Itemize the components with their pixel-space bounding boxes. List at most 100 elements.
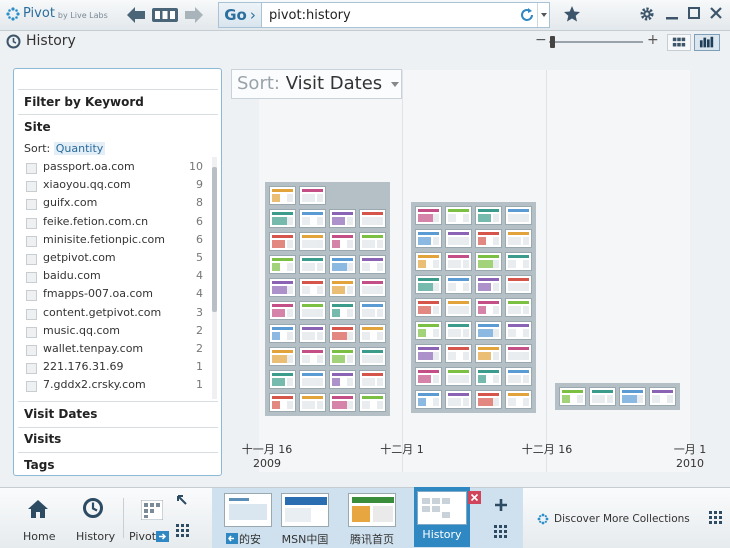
history-item[interactable] [445,298,472,317]
history-item[interactable] [505,229,532,248]
site-checkbox[interactable] [26,163,37,174]
history-item[interactable] [299,255,326,274]
graph-view-icon[interactable] [694,34,720,51]
history-item[interactable] [299,370,326,389]
site-list-scrollbar[interactable] [212,157,217,399]
grid-view-icon[interactable] [667,34,691,51]
site-checkbox[interactable] [26,363,37,375]
history-item[interactable] [649,387,676,406]
site-sort-value[interactable]: Quantity [53,142,106,155]
favorites-star-icon[interactable] [563,5,581,23]
history-item[interactable] [415,367,442,386]
grid-dots-icon[interactable] [709,511,722,524]
zoom-out-icon[interactable]: − [535,32,547,48]
site-checkbox[interactable] [26,290,37,302]
history-item[interactable] [359,347,386,366]
history-item[interactable] [359,255,386,274]
history-item[interactable] [359,301,386,320]
site-filter-row[interactable]: getpivot.com 5 [25,250,211,268]
history-item[interactable] [329,347,356,366]
site-checkbox[interactable] [26,199,37,211]
discover-collections-link[interactable]: Discover More Collections [537,513,690,525]
minimize-icon[interactable] [665,6,679,22]
history-item[interactable] [329,232,356,251]
history-item[interactable] [415,344,442,363]
graph-sort-dropdown[interactable]: Sort: Visit Dates [231,69,402,99]
history-item[interactable] [505,206,532,225]
history-item[interactable] [269,209,296,228]
history-item[interactable] [475,367,502,386]
history-item[interactable] [475,252,502,271]
history-item[interactable] [445,344,472,363]
address-input[interactable] [269,6,509,24]
back-arrow-icon[interactable] [125,5,147,25]
maximize-icon[interactable] [688,7,700,19]
gear-icon[interactable] [639,6,655,22]
history-item[interactable] [299,393,326,412]
history-item[interactable] [299,278,326,297]
history-item[interactable] [329,209,356,228]
history-item[interactable] [269,347,296,366]
site-checkbox[interactable] [26,344,37,356]
tags-facet-header[interactable]: Tags [24,458,54,472]
history-item[interactable] [269,255,296,274]
site-checkbox[interactable] [26,381,37,393]
tab-item[interactable]: MSN中国 [279,493,331,546]
history-item[interactable] [329,278,356,297]
filter-keyword-header[interactable]: Filter by Keyword [24,95,144,109]
history-item[interactable] [445,229,472,248]
history-item[interactable] [415,252,442,271]
zoom-track[interactable] [549,41,643,43]
pin-arrow-icon[interactable] [176,494,188,506]
refresh-icon[interactable] [519,7,535,23]
history-item[interactable] [475,206,502,225]
site-filter-row[interactable]: music.qq.com 2 [25,323,211,341]
close-tab-icon[interactable] [468,491,481,504]
history-item[interactable] [329,301,356,320]
history-item[interactable] [589,387,616,406]
zoom-in-icon[interactable]: + [647,32,659,48]
grid-dots-icon[interactable] [494,525,507,538]
history-item[interactable] [559,387,586,406]
site-facet-header[interactable]: Site [24,120,51,134]
history-item[interactable] [475,229,502,248]
site-checkbox[interactable] [26,181,37,193]
history-item[interactable] [299,324,326,343]
tab-item[interactable]: 的安 [222,493,274,546]
history-item[interactable] [359,232,386,251]
history-item[interactable] [299,186,326,205]
new-tab-icon[interactable] [494,498,508,512]
forward-arrow-icon[interactable] [183,5,205,25]
history-item[interactable] [505,344,532,363]
history-item[interactable] [505,275,532,294]
site-filter-row[interactable]: content.getpivot.com 3 [25,305,211,323]
history-item[interactable] [505,367,532,386]
history-item[interactable] [269,186,296,205]
history-item[interactable] [475,390,502,409]
tab-item[interactable]: 腾讯首页 [346,493,398,546]
history-item[interactable] [475,275,502,294]
grid-dots-icon[interactable] [176,524,189,537]
site-filter-row[interactable]: baidu.com 4 [25,268,211,286]
site-sort[interactable]: Sort: Quantity [24,142,106,155]
history-item[interactable] [415,275,442,294]
history-item[interactable] [619,387,646,406]
history-item[interactable] [505,321,532,340]
site-checkbox[interactable] [26,308,37,320]
site-checkbox[interactable] [26,272,37,284]
home-button[interactable]: Home [18,488,58,548]
site-filter-row[interactable]: feike.fetion.com.cn 6 [25,214,211,232]
site-checkbox[interactable] [26,253,37,265]
history-item[interactable] [415,206,442,225]
history-item[interactable] [359,324,386,343]
history-item[interactable] [359,393,386,412]
history-item[interactable] [299,301,326,320]
visits-facet-header[interactable]: Visits [24,432,61,446]
history-item[interactable] [329,255,356,274]
history-item[interactable] [505,390,532,409]
history-button[interactable]: History [72,488,116,548]
history-item[interactable] [445,206,472,225]
history-item[interactable] [475,344,502,363]
site-checkbox[interactable] [26,235,37,247]
zoom-thumb[interactable] [550,36,555,48]
